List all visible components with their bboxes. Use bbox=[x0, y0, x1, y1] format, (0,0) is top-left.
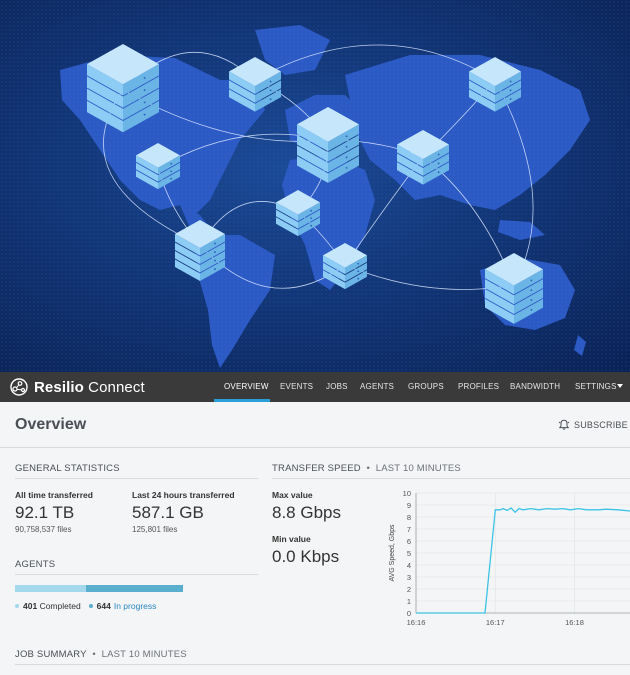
divider bbox=[15, 574, 258, 575]
y-tick-label: 9 bbox=[407, 501, 411, 510]
top-nav-bar: Resilio Connect OVERVIEW EVENTS JOBS AGE… bbox=[0, 372, 630, 402]
divider bbox=[272, 478, 630, 479]
divider bbox=[15, 664, 630, 665]
subscribe-label: SUBSCRIBE bbox=[574, 420, 628, 430]
last24-label: Last 24 hours transferred bbox=[132, 490, 235, 500]
max-value: 8.8 Gbps bbox=[272, 503, 341, 522]
completed-count: 401 bbox=[23, 601, 38, 611]
all-time-label: All time transferred bbox=[15, 490, 93, 500]
max-value-label: Max value bbox=[272, 490, 313, 500]
x-tick-label: 16:16 bbox=[407, 618, 426, 627]
bell-icon bbox=[558, 419, 570, 430]
y-axis-label: AVG Speed, Gbps bbox=[389, 524, 396, 582]
y-tick-label: 2 bbox=[407, 585, 411, 594]
y-tick-label: 7 bbox=[407, 525, 411, 534]
general-statistics-title: GENERAL STATISTICS bbox=[15, 463, 120, 474]
nav-overview[interactable]: OVERVIEW bbox=[224, 372, 269, 402]
min-value-label: Min value bbox=[272, 534, 311, 544]
nav-events[interactable]: EVENTS bbox=[280, 372, 313, 402]
x-tick-label: 16:18 bbox=[565, 618, 584, 627]
completed-label: Completed bbox=[39, 601, 81, 611]
settings-dropdown-caret-icon[interactable] bbox=[617, 384, 623, 388]
resilio-logo-icon bbox=[10, 378, 28, 396]
nav-settings[interactable]: SETTINGS bbox=[575, 372, 617, 402]
x-tick-label: 16:17 bbox=[486, 618, 505, 627]
transfer-speed-chart-svg: 0 1 2 3 4 5 6 7 8 9 10 16:16 16:17 16:18 AVG Speed, Gb… bbox=[389, 489, 630, 627]
last24-files: 125,801 files bbox=[132, 525, 178, 534]
agents-completed-fill bbox=[15, 585, 87, 592]
divider bbox=[0, 447, 630, 448]
nav-groups[interactable]: GROUPS bbox=[408, 372, 444, 402]
agents-title: AGENTS bbox=[15, 559, 56, 570]
y-tick-label: 5 bbox=[407, 549, 411, 558]
nav-profiles[interactable]: PROFILES bbox=[458, 372, 499, 402]
all-time-files: 90,758,537 files bbox=[15, 525, 72, 534]
job-summary-title: JOB SUMMARY • LAST 10 MINUTES bbox=[15, 649, 187, 660]
transfer-speed-title: TRANSFER SPEED • LAST 10 MINUTES bbox=[272, 463, 461, 474]
y-tick-label: 10 bbox=[403, 489, 411, 498]
agents-legend: 401 Completed 644 In progress bbox=[15, 601, 156, 611]
nav-agents[interactable]: AGENTS bbox=[360, 372, 394, 402]
in-progress-dot-icon bbox=[88, 604, 93, 608]
y-tick-label: 3 bbox=[407, 573, 411, 582]
min-value: 0.0 Kbps bbox=[272, 547, 340, 566]
in-progress-label[interactable]: In progress bbox=[114, 601, 157, 611]
divider bbox=[15, 478, 258, 479]
transfer-speed-chart: 0 1 2 3 4 5 6 7 8 9 10 16:16 16:17 16:18 AVG Speed, Gb… bbox=[380, 485, 630, 630]
speed-series-line bbox=[416, 507, 630, 614]
page-title: Overview bbox=[15, 416, 87, 433]
world-map-illustration bbox=[0, 0, 630, 372]
all-time-value: 92.1 TB bbox=[15, 503, 75, 522]
y-tick-label: 4 bbox=[407, 561, 411, 570]
nav-bandwidth[interactable]: BANDWIDTH bbox=[510, 372, 560, 402]
brand-name: Resilio Connect bbox=[34, 378, 145, 396]
y-tick-label: 0 bbox=[407, 609, 411, 618]
last24-value: 587.1 GB bbox=[132, 503, 204, 522]
subscribe-button[interactable]: SUBSCRIBE bbox=[558, 418, 628, 432]
hero-illustration bbox=[0, 0, 630, 372]
nav-jobs[interactable]: JOBS bbox=[326, 372, 348, 402]
y-tick-label: 8 bbox=[407, 513, 411, 522]
in-progress-count: 644 bbox=[96, 601, 111, 611]
brand-logo[interactable]: Resilio Connect bbox=[9, 377, 145, 397]
y-tick-label: 6 bbox=[407, 537, 411, 546]
y-tick-label: 1 bbox=[407, 597, 411, 606]
completed-dot-icon bbox=[15, 604, 19, 608]
